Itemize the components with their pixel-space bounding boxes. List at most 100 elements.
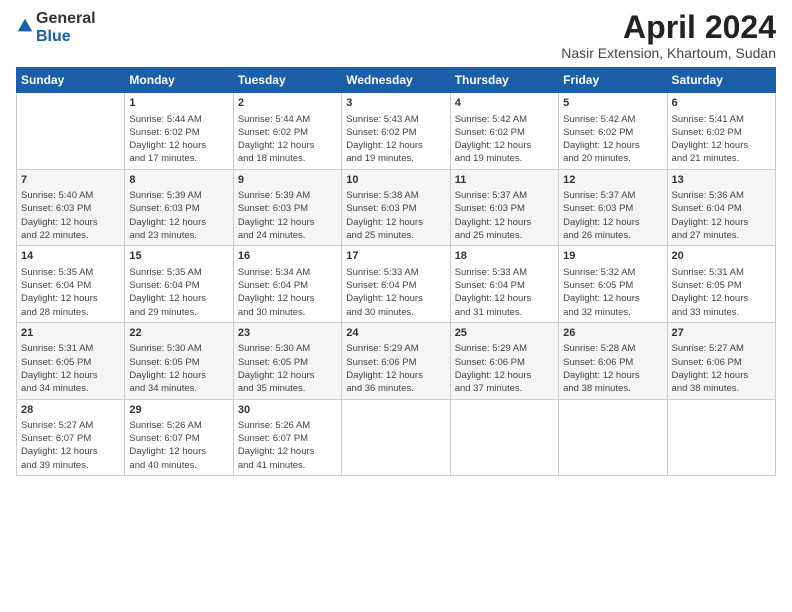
day-number: 4 — [455, 96, 554, 111]
day-info: Sunrise: 5:26 AM Sunset: 6:07 PM Dayligh… — [129, 419, 228, 472]
title-block: April 2024 Nasir Extension, Khartoum, Su… — [561, 10, 776, 61]
day-number: 7 — [21, 173, 120, 188]
day-info: Sunrise: 5:30 AM Sunset: 6:05 PM Dayligh… — [238, 342, 337, 395]
calendar-cell: 20Sunrise: 5:31 AM Sunset: 6:05 PM Dayli… — [667, 246, 775, 323]
calendar-cell — [559, 399, 667, 476]
day-number: 16 — [238, 249, 337, 264]
calendar-cell: 28Sunrise: 5:27 AM Sunset: 6:07 PM Dayli… — [17, 399, 125, 476]
calendar-cell: 18 Sunrise: 5:33 AM Sunset: 6:04 PM Dayli… — [450, 246, 558, 323]
subtitle: Nasir Extension, Khartoum, Sudan — [561, 45, 776, 61]
logo-general-text: General — [36, 10, 96, 27]
day-number: 21 — [21, 326, 120, 341]
day-number: 9 — [238, 173, 337, 188]
day-number: 30 — [238, 403, 337, 418]
day-number: 24 — [346, 326, 445, 341]
day-info: Sunrise: 5:38 AM Sunset: 6:03 PM Dayligh… — [346, 189, 445, 242]
day-info: Sunrise: 5:37 AM Sunset: 6:03 PM Dayligh… — [455, 189, 554, 242]
day-info: Sunrise: 5:40 AM Sunset: 6:03 PM Dayligh… — [21, 189, 120, 242]
day-number: 27 — [672, 326, 771, 341]
calendar-cell: 1 Sunrise: 5:44 AM Sunset: 6:02 PM Daylig… — [125, 93, 233, 170]
day-info: Sunrise: 5:27 AM Sunset: 6:06 PM Dayligh… — [672, 342, 771, 395]
calendar-week-row: 21Sunrise: 5:31 AM Sunset: 6:05 PM Dayli… — [17, 322, 776, 399]
calendar-cell: 25Sunrise: 5:29 AM Sunset: 6:06 PM Dayli… — [450, 322, 558, 399]
day-number: 5 — [563, 96, 662, 111]
calendar-week-row: 14 Sunrise: 5:35 AM Sunset: 6:04 PM Dayli… — [17, 246, 776, 323]
calendar-cell — [17, 93, 125, 170]
calendar-cell: 21Sunrise: 5:31 AM Sunset: 6:05 PM Dayli… — [17, 322, 125, 399]
calendar-cell: 12Sunrise: 5:37 AM Sunset: 6:03 PM Dayli… — [559, 169, 667, 246]
day-number: 18 — [455, 249, 554, 264]
day-number: 10 — [346, 173, 445, 188]
header-thursday: Thursday — [450, 68, 558, 93]
calendar-cell: 26Sunrise: 5:28 AM Sunset: 6:06 PM Dayli… — [559, 322, 667, 399]
header-friday: Friday — [559, 68, 667, 93]
calendar-cell — [450, 399, 558, 476]
header-wednesday: Wednesday — [342, 68, 450, 93]
header-row: Sunday Monday Tuesday Wednesday Thursday… — [17, 68, 776, 93]
day-info: Sunrise: 5:28 AM Sunset: 6:06 PM Dayligh… — [563, 342, 662, 395]
calendar-cell: 24Sunrise: 5:29 AM Sunset: 6:06 PM Dayli… — [342, 322, 450, 399]
day-info: Sunrise: 5:30 AM Sunset: 6:05 PM Dayligh… — [129, 342, 228, 395]
day-number: 23 — [238, 326, 337, 341]
logo: General Blue — [16, 10, 96, 46]
day-number: 19 — [563, 249, 662, 264]
day-info: Sunrise: 5:33 AM Sunset: 6:04 PM Dayligh… — [455, 266, 554, 319]
calendar-table: Sunday Monday Tuesday Wednesday Thursday… — [16, 67, 776, 476]
day-number: 15 — [129, 249, 228, 264]
calendar-cell: 23Sunrise: 5:30 AM Sunset: 6:05 PM Dayli… — [233, 322, 341, 399]
day-number: 14 — [21, 249, 120, 264]
calendar-cell: 8Sunrise: 5:39 AM Sunset: 6:03 PM Daylig… — [125, 169, 233, 246]
day-number: 2 — [238, 96, 337, 111]
calendar-cell: 5 Sunrise: 5:42 AM Sunset: 6:02 PM Daylig… — [559, 93, 667, 170]
day-number: 17 — [346, 249, 445, 264]
day-info: Sunrise: 5:41 AM Sunset: 6:02 PM Dayligh… — [672, 113, 771, 166]
page: { "header": { "logo_general": "General",… — [0, 0, 792, 612]
calendar-cell: 7Sunrise: 5:40 AM Sunset: 6:03 PM Daylig… — [17, 169, 125, 246]
calendar-week-row: 28Sunrise: 5:27 AM Sunset: 6:07 PM Dayli… — [17, 399, 776, 476]
day-info: Sunrise: 5:29 AM Sunset: 6:06 PM Dayligh… — [455, 342, 554, 395]
day-info: Sunrise: 5:39 AM Sunset: 6:03 PM Dayligh… — [129, 189, 228, 242]
day-number: 11 — [455, 173, 554, 188]
calendar-cell: 29Sunrise: 5:26 AM Sunset: 6:07 PM Dayli… — [125, 399, 233, 476]
day-number: 3 — [346, 96, 445, 111]
day-number: 12 — [563, 173, 662, 188]
day-number: 29 — [129, 403, 228, 418]
day-number: 25 — [455, 326, 554, 341]
day-number: 1 — [129, 96, 228, 111]
calendar-week-row: 7Sunrise: 5:40 AM Sunset: 6:03 PM Daylig… — [17, 169, 776, 246]
logo-icon — [16, 17, 34, 35]
day-number: 22 — [129, 326, 228, 341]
day-info: Sunrise: 5:31 AM Sunset: 6:05 PM Dayligh… — [21, 342, 120, 395]
day-info: Sunrise: 5:35 AM Sunset: 6:04 PM Dayligh… — [129, 266, 228, 319]
day-info: Sunrise: 5:44 AM Sunset: 6:02 PM Dayligh… — [129, 113, 228, 166]
calendar-cell — [667, 399, 775, 476]
calendar-cell: 9Sunrise: 5:39 AM Sunset: 6:03 PM Daylig… — [233, 169, 341, 246]
day-info: Sunrise: 5:42 AM Sunset: 6:02 PM Dayligh… — [563, 113, 662, 166]
day-number: 26 — [563, 326, 662, 341]
day-info: Sunrise: 5:42 AM Sunset: 6:02 PM Dayligh… — [455, 113, 554, 166]
calendar-cell: 30Sunrise: 5:26 AM Sunset: 6:07 PM Dayli… — [233, 399, 341, 476]
calendar-cell: 10Sunrise: 5:38 AM Sunset: 6:03 PM Dayli… — [342, 169, 450, 246]
header-sunday: Sunday — [17, 68, 125, 93]
day-info: Sunrise: 5:27 AM Sunset: 6:07 PM Dayligh… — [21, 419, 120, 472]
day-info: Sunrise: 5:44 AM Sunset: 6:02 PM Dayligh… — [238, 113, 337, 166]
calendar-cell: 27Sunrise: 5:27 AM Sunset: 6:06 PM Dayli… — [667, 322, 775, 399]
calendar-cell: 13Sunrise: 5:36 AM Sunset: 6:04 PM Dayli… — [667, 169, 775, 246]
calendar-cell: 19Sunrise: 5:32 AM Sunset: 6:05 PM Dayli… — [559, 246, 667, 323]
calendar-cell: 4 Sunrise: 5:42 AM Sunset: 6:02 PM Daylig… — [450, 93, 558, 170]
calendar-cell: 14 Sunrise: 5:35 AM Sunset: 6:04 PM Dayli… — [17, 246, 125, 323]
day-info: Sunrise: 5:39 AM Sunset: 6:03 PM Dayligh… — [238, 189, 337, 242]
header-tuesday: Tuesday — [233, 68, 341, 93]
calendar-cell — [342, 399, 450, 476]
day-info: Sunrise: 5:31 AM Sunset: 6:05 PM Dayligh… — [672, 266, 771, 319]
calendar-week-row: 1 Sunrise: 5:44 AM Sunset: 6:02 PM Daylig… — [17, 93, 776, 170]
day-info: Sunrise: 5:29 AM Sunset: 6:06 PM Dayligh… — [346, 342, 445, 395]
day-number: 13 — [672, 173, 771, 188]
calendar-body: 1 Sunrise: 5:44 AM Sunset: 6:02 PM Daylig… — [17, 93, 776, 476]
day-info: Sunrise: 5:33 AM Sunset: 6:04 PM Dayligh… — [346, 266, 445, 319]
day-info: Sunrise: 5:26 AM Sunset: 6:07 PM Dayligh… — [238, 419, 337, 472]
day-info: Sunrise: 5:35 AM Sunset: 6:04 PM Dayligh… — [21, 266, 120, 319]
calendar-cell: 11Sunrise: 5:37 AM Sunset: 6:03 PM Dayli… — [450, 169, 558, 246]
calendar-cell: 22Sunrise: 5:30 AM Sunset: 6:05 PM Dayli… — [125, 322, 233, 399]
logo-blue-text: Blue — [36, 28, 71, 45]
